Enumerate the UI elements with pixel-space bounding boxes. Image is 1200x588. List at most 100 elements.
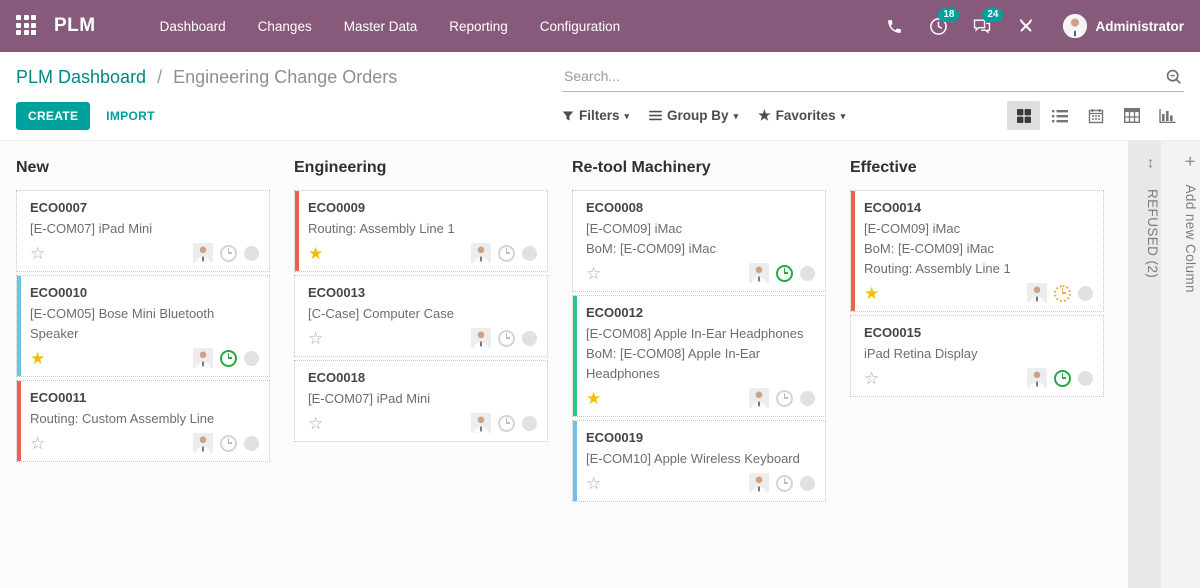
graph-view-button[interactable] [1151,101,1184,130]
activity-clock-icon[interactable] [776,475,793,492]
pivot-view-button[interactable] [1115,101,1148,130]
activities-clock-icon[interactable]: 18 [921,9,955,43]
priority-star-icon[interactable]: ★ [308,245,323,262]
kanban-card[interactable]: ECO0009 Routing: Assembly Line 1 ★ [294,190,548,272]
priority-star-icon[interactable]: ☆ [308,415,323,432]
kanban-state-icon[interactable] [244,351,259,366]
kanban-state-icon[interactable] [522,416,537,431]
priority-star-icon[interactable]: ★ [30,350,45,367]
assignee-avatar[interactable] [193,348,213,368]
activity-clock-icon[interactable] [498,330,515,347]
assignee-avatar[interactable] [1027,283,1047,303]
kanban-state-icon[interactable] [244,246,259,261]
column-title[interactable]: Effective [850,159,1104,177]
activity-clock-icon[interactable] [498,245,515,262]
kanban-state-icon[interactable] [1078,286,1093,301]
activity-clock-icon[interactable] [1054,370,1071,387]
kanban-state-icon[interactable] [800,266,815,281]
priority-star-icon[interactable]: ☆ [586,265,601,282]
create-button[interactable]: CREATE [16,102,90,130]
activity-clock-icon[interactable] [776,390,793,407]
assignee-avatar[interactable] [749,263,769,283]
kanban-card[interactable]: ECO0008 [E-COM09] iMacBoM: [E-COM09] iMa… [572,190,826,292]
favorites-label: Favorites [776,108,836,123]
kanban-card[interactable]: ECO0012 [E-COM08] Apple In-Ear Headphone… [572,295,826,417]
nav-menu-item-changes[interactable]: Changes [246,11,324,42]
assignee-avatar[interactable] [471,243,491,263]
activity-clock-icon[interactable] [1054,285,1071,302]
assignee-avatar[interactable] [749,473,769,493]
list-icon [1052,109,1068,123]
column-title[interactable]: New [16,159,270,177]
tools-icon[interactable] [1009,9,1043,43]
app-brand[interactable]: PLM [54,15,96,37]
kanban-view-button[interactable] [1007,101,1040,130]
kanban-state-icon[interactable] [800,476,815,491]
column-cards: ECO0008 [E-COM09] iMacBoM: [E-COM09] iMa… [572,190,826,502]
filters-button[interactable]: Filters ▾ [562,108,629,123]
calendar-icon [1088,108,1104,124]
column-title[interactable]: Engineering [294,159,548,177]
card-description-line: Routing: Assembly Line 1 [864,259,1093,279]
phone-icon[interactable] [877,9,911,43]
kanban-card[interactable]: ECO0019 [E-COM10] Apple Wireless Keyboar… [572,420,826,502]
view-switcher [1007,101,1184,130]
activity-clock-icon[interactable] [220,350,237,367]
activity-clock-icon[interactable] [220,245,237,262]
nav-menu-item-master-data[interactable]: Master Data [332,11,430,42]
favorites-button[interactable]: ★ Favorites ▾ [758,107,845,124]
pivot-table-icon [1124,108,1140,123]
folded-column-refused[interactable]: ↔REFUSED (2) [1128,141,1161,588]
assignee-avatar[interactable] [1027,368,1047,388]
nav-menu-item-configuration[interactable]: Configuration [528,11,632,42]
apps-menu-icon[interactable] [16,15,38,37]
search-input[interactable] [562,60,1184,92]
messages-icon[interactable]: 24 [965,9,999,43]
activity-clock-icon[interactable] [220,435,237,452]
kanban-card[interactable]: ECO0014 [E-COM09] iMacBoM: [E-COM09] iMa… [850,190,1104,312]
assignee-avatar[interactable] [193,433,213,453]
kanban-column: Re-tool Machinery ECO0008 [E-COM09] iMac… [572,159,826,588]
assignee-avatar[interactable] [749,388,769,408]
kanban-state-icon[interactable] [522,331,537,346]
priority-star-icon[interactable]: ☆ [30,245,45,262]
search-icon[interactable] [1165,68,1182,90]
kanban-card[interactable]: ECO0013 [C-Case] Computer Case ☆ [294,275,548,357]
assignee-avatar[interactable] [471,328,491,348]
kanban-state-icon[interactable] [800,391,815,406]
kanban-card[interactable]: ECO0010 [E-COM05] Bose Mini Bluetooth Sp… [16,275,270,377]
group-by-button[interactable]: Group By ▾ [649,108,738,123]
priority-star-icon[interactable]: ★ [586,390,601,407]
nav-menu-item-dashboard[interactable]: Dashboard [148,11,238,42]
priority-star-icon[interactable]: ☆ [864,370,879,387]
column-title[interactable]: Re-tool Machinery [572,159,826,177]
kanban-state-icon[interactable] [1078,371,1093,386]
breadcrumb-parent[interactable]: PLM Dashboard [16,67,146,87]
activity-clock-icon[interactable] [498,415,515,432]
calendar-view-button[interactable] [1079,101,1112,130]
priority-star-icon[interactable]: ☆ [308,330,323,347]
priority-star-icon[interactable]: ★ [864,285,879,302]
kanban-card[interactable]: ECO0018 [E-COM07] iPad Mini ☆ [294,360,548,442]
kanban-state-icon[interactable] [244,436,259,451]
card-title: ECO0010 [30,285,259,300]
card-color-stripe [17,276,21,376]
assignee-avatar[interactable] [471,413,491,433]
kanban-state-icon[interactable] [522,246,537,261]
add-new-column[interactable]: +Add new Column [1161,141,1200,588]
kanban-card[interactable]: ECO0007 [E-COM07] iPad Mini ☆ [16,190,270,272]
activity-clock-icon[interactable] [776,265,793,282]
chevron-down-icon: ▾ [625,109,630,122]
list-view-button[interactable] [1043,101,1076,130]
nav-menu-item-reporting[interactable]: Reporting [437,11,520,42]
priority-star-icon[interactable]: ☆ [586,475,601,492]
card-description: [E-COM08] Apple In-Ear HeadphonesBoM: [E… [586,324,815,384]
kanban-card[interactable]: ECO0015 iPad Retina Display ☆ [850,315,1104,397]
user-menu[interactable]: Administrator [1063,14,1184,38]
kanban-column: New ECO0007 [E-COM07] iPad Mini ☆ ECO001… [16,159,270,588]
card-description-line: [E-COM08] Apple In-Ear Headphones [586,324,815,344]
kanban-card[interactable]: ECO0011 Routing: Custom Assembly Line ☆ [16,380,270,462]
import-button[interactable]: IMPORT [106,109,154,123]
priority-star-icon[interactable]: ☆ [30,435,45,452]
assignee-avatar[interactable] [193,243,213,263]
